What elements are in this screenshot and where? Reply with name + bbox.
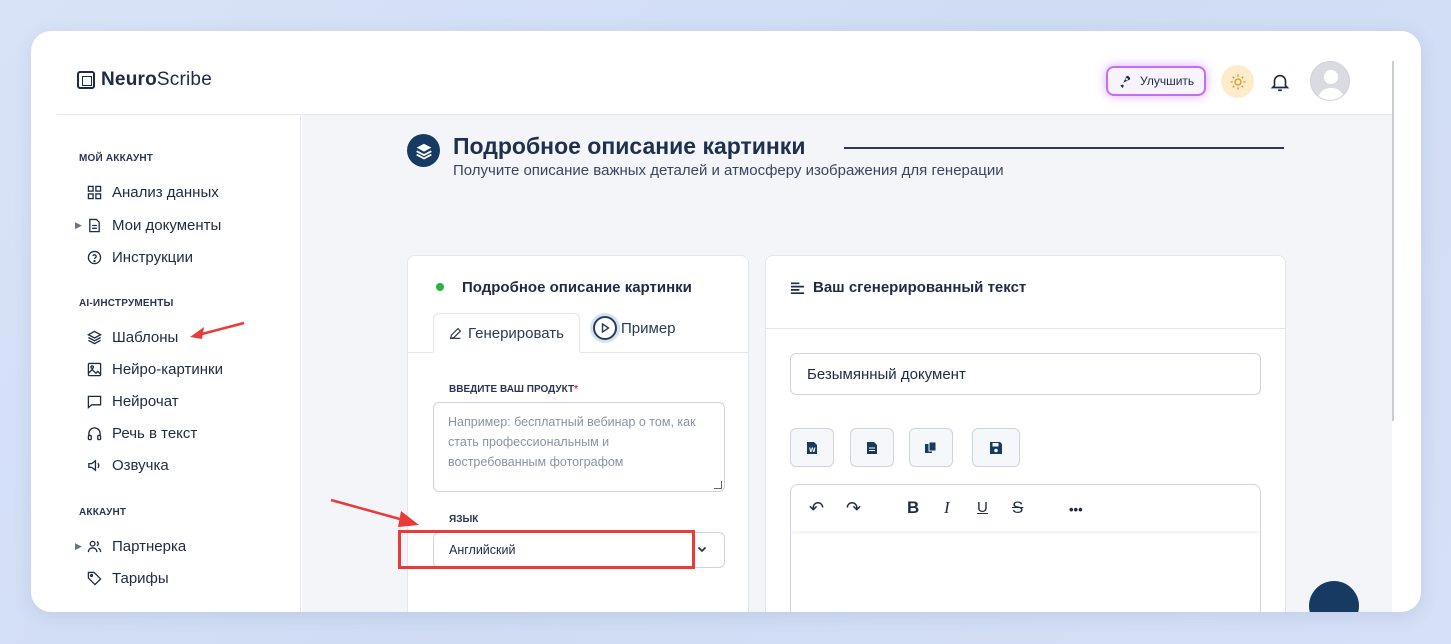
headphones-icon <box>87 427 102 441</box>
expand-caret-icon[interactable]: ▶ <box>75 220 82 231</box>
export-word-button[interactable]: W <box>790 428 834 467</box>
word-export-icon: W <box>807 441 817 454</box>
export-document-button[interactable] <box>850 428 894 467</box>
page-title: Подробное описание картинки <box>453 133 806 159</box>
document-export-icon <box>867 441 877 454</box>
grid-icon <box>87 185 102 200</box>
sidebar-item-label: Тарифы <box>112 570 169 587</box>
rocket-icon <box>1120 75 1131 88</box>
upgrade-label: Улучшить <box>1140 74 1195 88</box>
sidebar-item-neurochat[interactable]: Нейрочат <box>87 393 179 410</box>
required-mark: * <box>574 384 578 395</box>
users-icon <box>87 540 102 553</box>
section-title-account: АККАУНТ <box>79 507 127 518</box>
help-circle-icon <box>87 250 102 265</box>
title-divider <box>844 147 1284 149</box>
output-card-title: Ваш сгенерированный текст <box>813 279 1027 296</box>
app-window: NeuroScribe Улучшить МОЙ АККАУНТ Анализ … <box>31 31 1421 612</box>
sidebar-item-neuro-images[interactable]: Нейро-картинки <box>87 361 223 378</box>
align-left-icon <box>790 281 805 294</box>
sidebar-item-label: Речь в текст <box>112 425 198 442</box>
logo[interactable]: NeuroScribe <box>77 69 212 91</box>
strikethrough-button[interactable]: S <box>1012 498 1023 518</box>
output-card-header: Ваш сгенерированный текст <box>790 279 1026 296</box>
header-divider <box>766 328 1285 329</box>
output-card: Ваш сгенерированный текст Безымянный док… <box>765 255 1286 612</box>
image-icon <box>87 362 102 377</box>
document-icon <box>89 218 100 233</box>
product-label-text: ВВЕДИТЕ ВАШ ПРОДУКТ <box>449 384 575 395</box>
sidebar-item-label: Мои документы <box>112 217 222 234</box>
user-placeholder-icon <box>1317 70 1345 100</box>
copy-icon <box>925 441 937 453</box>
product-label: ВВЕДИТЕ ВАШ ПРОДУКТ* <box>449 384 578 395</box>
tab-label: Пример <box>621 319 676 337</box>
expand-caret-icon[interactable]: ▶ <box>75 541 82 552</box>
sidebar-item-label: Партнерка <box>112 538 187 555</box>
tab-generate[interactable]: Генерировать <box>433 313 580 353</box>
sidebar-item-label: Озвучка <box>112 457 169 474</box>
brand-rest: Scribe <box>156 69 212 90</box>
product-textarea[interactable]: Например: бесплатный вебинар о том, как … <box>433 402 725 492</box>
sidebar-item-tariffs[interactable]: Тарифы <box>87 570 169 587</box>
save-icon <box>990 441 1002 454</box>
sidebar-item-templates[interactable]: Шаблоны <box>87 329 178 346</box>
tab-example[interactable]: Пример <box>593 316 676 340</box>
more-options-button[interactable]: ••• <box>1069 500 1083 520</box>
sidebar-item-instructions[interactable]: Инструкции <box>87 249 193 266</box>
sun-icon <box>1230 74 1245 89</box>
section-title-ai-tools: AI-ИНСТРУМЕНТЫ <box>79 298 174 309</box>
sidebar-item-my-documents[interactable]: ▶ Мои документы <box>75 217 222 234</box>
section-title-my-account: МОЙ АККАУНТ <box>79 153 154 164</box>
layers-icon <box>87 330 102 345</box>
sidebar-item-label: Инструкции <box>112 249 194 266</box>
redo-button[interactable]: ↷ <box>846 498 861 518</box>
sidebar-item-label: Шаблоны <box>112 329 179 346</box>
document-name: Безымянный документ <box>807 365 966 383</box>
undo-button[interactable]: ↶ <box>809 498 824 518</box>
language-label: ЯЗЫК <box>449 514 479 525</box>
logo-icon <box>77 71 95 89</box>
sidebar-item-label: Нейрочат <box>112 393 179 410</box>
theme-toggle-button[interactable] <box>1221 65 1254 98</box>
bold-button[interactable]: B <box>907 498 919 518</box>
copy-button[interactable] <box>909 428 953 467</box>
svg-text:W: W <box>809 447 816 454</box>
speaker-icon <box>88 459 100 472</box>
annotation-arrow <box>330 498 419 527</box>
page-subtitle: Получите описание важных деталей и атмос… <box>453 162 1004 179</box>
pencil-icon <box>449 327 462 339</box>
chevron-down-icon <box>697 546 707 553</box>
notification-bell-icon[interactable] <box>1269 70 1291 94</box>
upgrade-button[interactable]: Улучшить <box>1106 66 1207 96</box>
product-placeholder: Например: бесплатный вебинар о том, как … <box>448 415 696 469</box>
highlight-box <box>398 530 695 569</box>
input-card-title: Подробное описание картинки <box>462 279 692 296</box>
sidebar-item-voiceover[interactable]: Озвучка <box>87 457 169 474</box>
annotation-arrow <box>190 321 245 339</box>
play-icon <box>593 316 617 340</box>
tag-icon <box>87 571 102 586</box>
chat-icon <box>87 395 102 409</box>
sidebar-item-label: Анализ данных <box>112 184 219 201</box>
scrollbar[interactable] <box>1392 61 1394 421</box>
save-button[interactable] <box>972 428 1020 467</box>
resize-handle[interactable] <box>714 481 722 489</box>
editor-toolbar: ↶ ↷ B I U S ••• <box>791 485 1260 531</box>
underline-button[interactable]: U <box>977 498 988 518</box>
text-editor[interactable]: ↶ ↷ B I U S ••• <box>790 484 1261 612</box>
brand-bold: Neuro <box>101 69 157 90</box>
sidebar-item-label: Нейро-картинки <box>112 361 223 378</box>
document-name-input[interactable]: Безымянный документ <box>790 353 1261 395</box>
title-layers-icon <box>407 134 440 167</box>
sidebar: МОЙ АККАУНТ Анализ данных ▶ Мои документ… <box>57 114 301 612</box>
italic-button[interactable]: I <box>944 498 950 518</box>
sidebar-item-partners[interactable]: ▶ Партнерка <box>75 538 187 555</box>
user-avatar[interactable] <box>1310 61 1350 101</box>
sidebar-item-speech-to-text[interactable]: Речь в текст <box>87 425 197 442</box>
tab-label: Генерировать <box>468 324 564 342</box>
status-dot <box>436 283 444 291</box>
sidebar-item-data-analysis[interactable]: Анализ данных <box>87 184 219 201</box>
